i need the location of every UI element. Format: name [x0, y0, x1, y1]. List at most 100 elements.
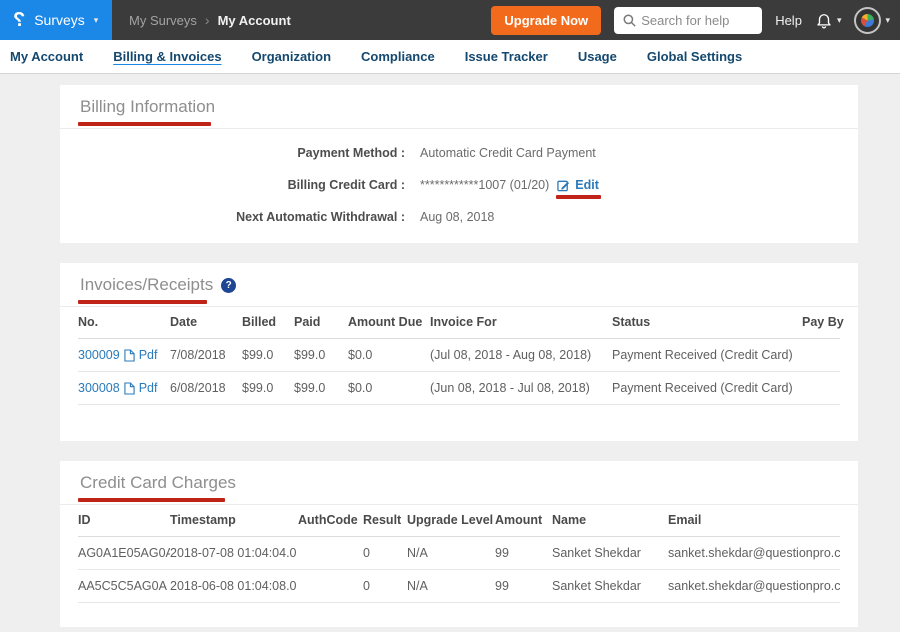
invoice-number-link[interactable]: 300008 [78, 381, 120, 395]
tab-global-settings[interactable]: Global Settings [647, 49, 742, 64]
topbar-actions: Upgrade Now Help ▾ ▾ [491, 6, 900, 35]
charge-id: AA5C5C5AG0A [78, 570, 170, 603]
charge-name: Sanket Shekdar [552, 570, 668, 603]
col-status: Status [612, 307, 802, 339]
invoice-for: (Jun 08, 2018 - Jul 08, 2018) [430, 372, 612, 405]
col-no: No. [78, 307, 170, 339]
annotation-underline [78, 300, 207, 304]
invoices-receipts-card: Invoices/Receipts ? No. Date Billed Paid… [60, 263, 858, 441]
chevron-down-icon: ▾ [94, 16, 99, 25]
pdf-file-icon [124, 349, 135, 362]
product-menu[interactable]: ? Surveys ▾ [0, 0, 112, 40]
billing-fields: Payment Method : Automatic Credit Card P… [60, 129, 858, 243]
next-withdrawal-row: Next Automatic Withdrawal : Aug 08, 2018 [60, 201, 858, 233]
payment-method-row: Payment Method : Automatic Credit Card P… [60, 137, 858, 169]
col-date: Date [170, 307, 242, 339]
chevron-down-icon: ▾ [885, 16, 890, 25]
invoice-paid: $99.0 [294, 339, 348, 372]
col-amount-due: Amount Due [348, 307, 430, 339]
edit-card-link[interactable]: Edit [557, 178, 599, 192]
tab-compliance[interactable]: Compliance [361, 49, 435, 64]
charges-header-row: ID Timestamp AuthCode Result Upgrade Lev… [78, 505, 840, 537]
invoice-amount-due: $0.0 [348, 372, 430, 405]
charge-row: AA5C5C5AG0A 2018-06-08 01:04:08.0 0 N/A … [78, 570, 840, 603]
notifications-menu[interactable]: ▾ [815, 11, 842, 29]
charge-email: sanket.shekdar@questionpro.com [668, 537, 840, 570]
annotation-underline [78, 122, 211, 126]
charge-amount: 99 [495, 537, 552, 570]
col-email: Email [668, 505, 840, 537]
tab-my-account[interactable]: My Account [10, 49, 83, 64]
search-icon [622, 13, 637, 28]
next-withdrawal-label: Next Automatic Withdrawal : [60, 210, 405, 224]
charge-name: Sanket Shekdar [552, 537, 668, 570]
credit-card-charges-title: Credit Card Charges [80, 473, 236, 493]
charge-id: AG0A1E05AG0A [78, 537, 170, 570]
upgrade-now-button[interactable]: Upgrade Now [491, 6, 601, 35]
col-invoice-for: Invoice For [430, 307, 612, 339]
pdf-file-icon [124, 382, 135, 395]
col-timestamp: Timestamp [170, 505, 298, 537]
col-pay-by: Pay By [802, 307, 840, 339]
page-content: Billing Information Payment Method : Aut… [0, 74, 900, 627]
charges-table: ID Timestamp AuthCode Result Upgrade Lev… [78, 505, 840, 603]
next-withdrawal-value: Aug 08, 2018 [420, 210, 494, 224]
masked-card-number: ************1007 (01/20) [420, 178, 549, 192]
charge-result: 0 [363, 537, 407, 570]
annotation-underline [556, 195, 601, 199]
help-icon[interactable]: ? [221, 278, 236, 293]
breadcrumb: My Surveys › My Account [129, 13, 291, 28]
chevron-down-icon: ▾ [837, 16, 842, 25]
col-id: ID [78, 505, 170, 537]
billing-credit-card-label: Billing Credit Card : [60, 178, 405, 192]
col-result: Result [363, 505, 407, 537]
invoice-paid: $99.0 [294, 372, 348, 405]
invoice-pdf-link[interactable]: Pdf [139, 381, 158, 395]
invoice-no-cell: 300009 Pdf [78, 339, 170, 372]
invoice-pay-by [802, 372, 840, 405]
charge-timestamp: 2018-07-08 01:04:04.0 [170, 537, 298, 570]
invoice-billed: $99.0 [242, 372, 294, 405]
charges-table-wrap: ID Timestamp AuthCode Result Upgrade Lev… [60, 505, 858, 627]
charge-timestamp: 2018-06-08 01:04:08.0 [170, 570, 298, 603]
tab-issue-tracker[interactable]: Issue Tracker [465, 49, 548, 64]
charge-row: AG0A1E05AG0A 2018-07-08 01:04:04.0 0 N/A… [78, 537, 840, 570]
invoice-status: Payment Received (Credit Card) [612, 372, 802, 405]
col-billed: Billed [242, 307, 294, 339]
invoice-amount-due: $0.0 [348, 339, 430, 372]
billing-credit-card-value: ************1007 (01/20) Edit [420, 178, 599, 192]
billing-information-header: Billing Information [60, 85, 858, 129]
invoices-receipts-title: Invoices/Receipts [80, 275, 213, 295]
questionpro-logo-icon: ? [13, 10, 25, 30]
invoice-date: 6/08/2018 [170, 372, 242, 405]
edit-card-label: Edit [575, 178, 599, 192]
breadcrumb-parent[interactable]: My Surveys [129, 13, 197, 28]
charge-upgrade-level: N/A [407, 570, 495, 603]
avatar [854, 7, 881, 34]
tab-billing-invoices[interactable]: Billing & Invoices [113, 49, 221, 64]
avatar-gauge-icon [861, 14, 874, 27]
invoices-header-row: No. Date Billed Paid Amount Due Invoice … [78, 307, 840, 339]
invoices-receipts-header: Invoices/Receipts ? [60, 263, 858, 307]
payment-method-value: Automatic Credit Card Payment [420, 146, 596, 160]
invoice-number-link[interactable]: 300009 [78, 348, 120, 362]
charge-authcode [298, 537, 363, 570]
billing-information-card: Billing Information Payment Method : Aut… [60, 85, 858, 243]
invoice-row: 300009 Pdf 7/08/2018 $99.0 $99.0 $0. [78, 339, 840, 372]
tab-usage[interactable]: Usage [578, 49, 617, 64]
col-authcode: AuthCode [298, 505, 363, 537]
col-amount: Amount [495, 505, 552, 537]
help-link[interactable]: Help [775, 13, 802, 28]
col-upgrade-level: Upgrade Level [407, 505, 495, 537]
billing-credit-card-row: Billing Credit Card : ************1007 (… [60, 169, 858, 201]
tab-organization[interactable]: Organization [252, 49, 331, 64]
invoice-date: 7/08/2018 [170, 339, 242, 372]
charge-email: sanket.shekdar@questionpro.com [668, 570, 840, 603]
payment-method-label: Payment Method : [60, 146, 405, 160]
product-menu-label: Surveys [34, 12, 85, 28]
account-menu[interactable]: ▾ [854, 7, 890, 34]
invoice-row: 300008 Pdf 6/08/2018 $99.0 $99.0 $0. [78, 372, 840, 405]
invoice-pdf-link[interactable]: Pdf [139, 348, 158, 362]
charge-result: 0 [363, 570, 407, 603]
invoice-no-cell: 300008 Pdf [78, 372, 170, 405]
